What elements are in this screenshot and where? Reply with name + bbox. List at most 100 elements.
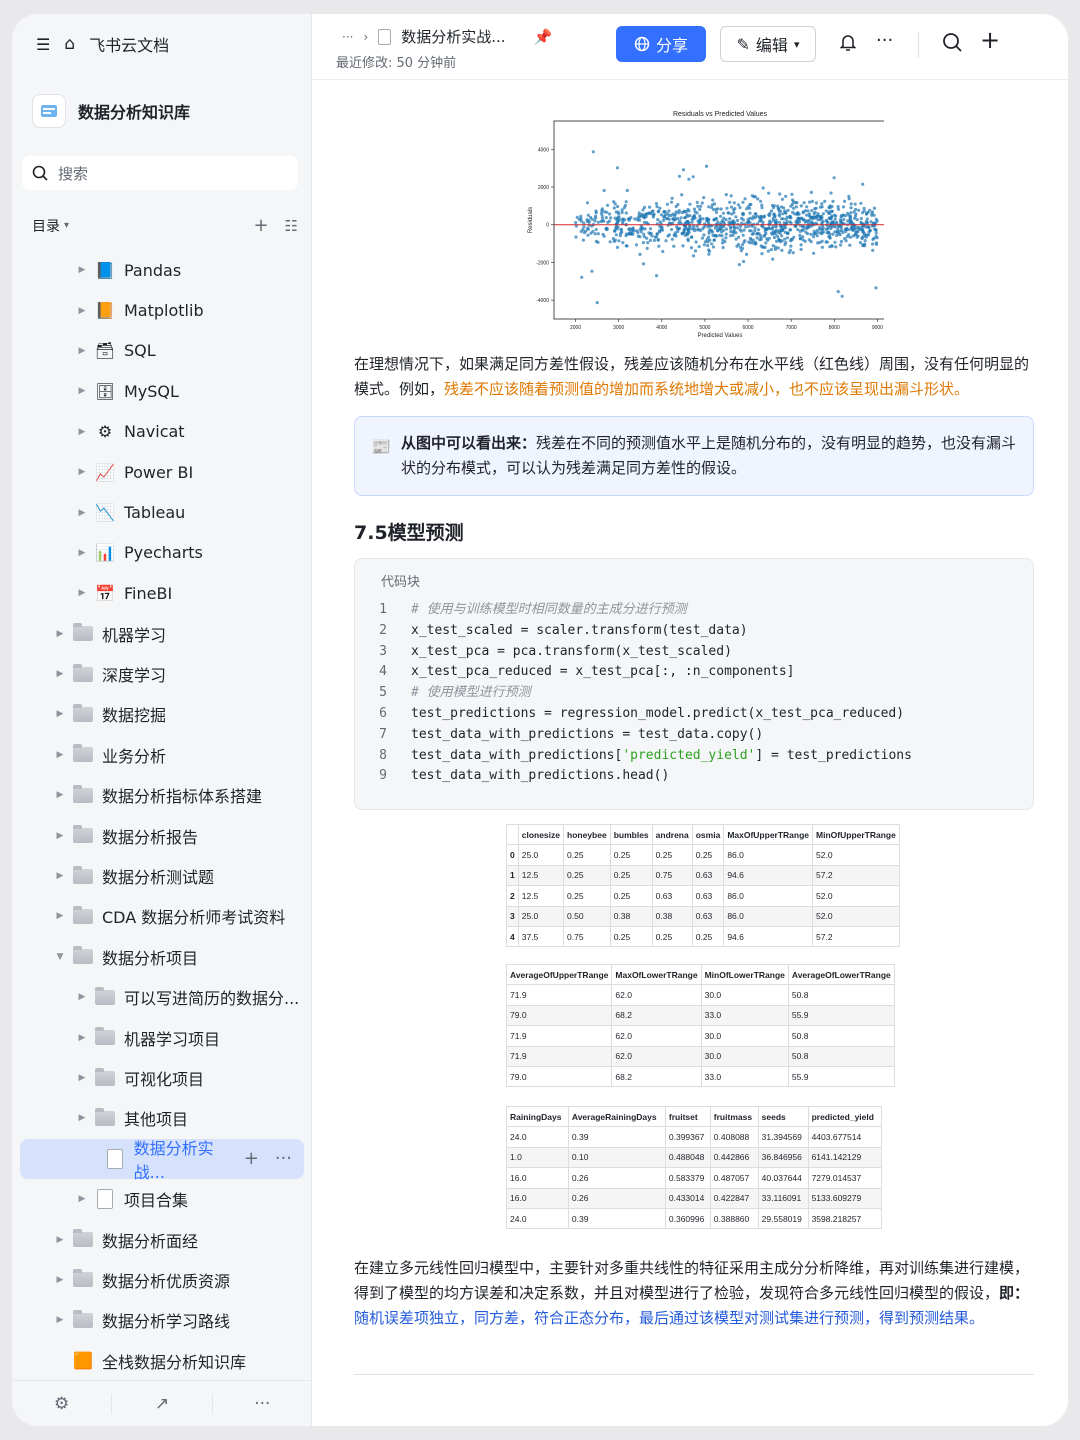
home-icon[interactable]: ⌂ <box>64 34 75 54</box>
caret-right-icon[interactable]: ▶ <box>54 1235 66 1245</box>
search-input[interactable]: 搜索 <box>22 156 298 190</box>
sidebar-item[interactable]: ▶ 可以写进简历的数据分... <box>12 977 312 1017</box>
bell-icon[interactable] <box>838 32 858 57</box>
sidebar-item[interactable]: ▶ 其他项目 <box>12 1098 312 1138</box>
caret-right-icon[interactable]: ▶ <box>54 871 66 881</box>
caret-right-icon[interactable]: ▶ <box>76 992 88 1002</box>
table-row: 79.0 68.2 33.0 55.9 <box>505 1004 895 1027</box>
caret-right-icon[interactable]: ▶ <box>54 790 66 800</box>
data-point <box>854 207 858 212</box>
sidebar-item[interactable]: ▶ 📉 Tableau <box>12 492 312 532</box>
more-icon[interactable]: ··· <box>275 1148 292 1169</box>
pin-icon[interactable]: 📌 <box>534 28 553 46</box>
edit-button[interactable]: ✎ 编辑 ▾ <box>720 26 816 62</box>
data-point <box>689 246 693 250</box>
toc-label[interactable]: 目录 <box>32 216 60 236</box>
caret-right-icon[interactable]: ▶ <box>76 306 88 316</box>
chevron-down-icon[interactable]: ▾ <box>64 220 69 231</box>
data-point <box>708 228 712 232</box>
sidebar-item[interactable]: ▶ 数据分析优质资源 <box>12 1260 312 1300</box>
caret-right-icon[interactable]: ▶ <box>54 669 66 679</box>
data-point <box>636 230 640 235</box>
caret-right-icon[interactable]: ▶ <box>54 1275 66 1285</box>
data-point <box>696 204 700 208</box>
code-block[interactable]: 代码块 1 # 使用与训练模型时相同数量的主成分进行预测 2 x_test_scale… <box>354 558 1034 810</box>
sidebar-item[interactable]: ▶ 数据挖掘 <box>12 694 312 734</box>
caret-right-icon[interactable]: ▶ <box>76 1194 88 1204</box>
caret-right-icon[interactable]: ▶ <box>76 1033 88 1043</box>
sidebar-item[interactable]: ▶ 🗄 MySQL <box>12 371 312 411</box>
caret-right-icon[interactable]: ▶ <box>76 346 88 356</box>
sidebar-item[interactable]: ▶ 业务分析 <box>12 735 312 775</box>
breadcrumb-more[interactable]: ··· <box>342 30 353 44</box>
sidebar-item[interactable]: ▶ 机器学习项目 <box>12 1017 312 1057</box>
sidebar-item[interactable]: ▶ 📈 Power BI <box>12 452 312 492</box>
sidebar-item[interactable]: ▶ 数据分析测试题 <box>12 856 312 896</box>
data-point <box>820 215 824 219</box>
sidebar-item[interactable]: ▶ ⚙ Navicat <box>12 412 312 452</box>
sidebar-item[interactable]: ▶ 数据分析面经 <box>12 1219 312 1259</box>
caret-right-icon[interactable]: ▶ <box>54 629 66 639</box>
data-point <box>863 239 867 243</box>
caret-right-icon[interactable]: ▶ <box>76 386 88 396</box>
caret-right-icon[interactable]: ▶ <box>76 427 88 437</box>
collapse-sidebar-icon[interactable]: ☰ <box>36 35 50 54</box>
data-point <box>589 215 593 220</box>
add-icon[interactable]: + <box>253 215 268 236</box>
data-point <box>721 228 725 233</box>
item-icon: 📅 <box>95 583 115 603</box>
data-point <box>772 235 777 240</box>
data-point <box>799 243 803 247</box>
add-icon[interactable]: + <box>244 1148 259 1169</box>
caret-right-icon[interactable]: ▶ <box>76 508 88 518</box>
share-button[interactable]: 分享 <box>616 26 706 62</box>
knowledge-base-header[interactable]: 数据分析知识库 <box>32 94 190 128</box>
sidebar-item[interactable]: ▶ 数据分析指标体系搭建 <box>12 775 312 815</box>
sidebar-item[interactable]: ▶ 🗃 SQL <box>12 331 312 371</box>
data-point <box>787 251 791 255</box>
table-cell: 0.39 <box>567 1207 666 1230</box>
doc-title[interactable]: 数据分析实战... <box>401 26 505 47</box>
app-title[interactable]: 飞书云文档 <box>89 32 169 56</box>
sidebar-item[interactable]: ▶ 机器学习 <box>12 614 312 654</box>
caret-down-icon[interactable]: ▼ <box>54 952 66 962</box>
caret-right-icon[interactable]: ▶ <box>54 1315 66 1325</box>
settings-icon[interactable]: ⚙ <box>12 1393 113 1414</box>
sidebar-item[interactable]: 🟧 全栈数据分析知识库 <box>12 1341 312 1381</box>
sidebar-item[interactable]: ▶ 数据分析学习路线 <box>12 1300 312 1340</box>
sidebar-item[interactable]: ▶ CDA 数据分析师考试资料 <box>12 896 312 936</box>
data-point <box>710 205 714 210</box>
caret-right-icon[interactable]: ▶ <box>76 467 88 477</box>
data-point <box>824 240 828 244</box>
sidebar-item-label: Pandas <box>124 260 182 280</box>
caret-right-icon[interactable]: ▶ <box>54 911 66 921</box>
caret-right-icon[interactable]: ▶ <box>76 265 88 275</box>
caret-right-icon[interactable]: ▶ <box>54 750 66 760</box>
sidebar-item[interactable]: ▶ 项目合集 <box>12 1179 312 1219</box>
caret-right-icon[interactable]: ▶ <box>76 1113 88 1123</box>
sidebar-item[interactable]: ▶ 📅 FineBI <box>12 573 312 613</box>
caret-right-icon[interactable]: ▶ <box>76 548 88 558</box>
table-cell: 0.487057 <box>709 1167 759 1189</box>
sidebar-item[interactable]: ▶ 数据分析报告 <box>12 815 312 855</box>
sidebar-item[interactable]: ▶ 📊 Pyecharts <box>12 533 312 573</box>
share-arrow-icon[interactable]: ↗ <box>112 1393 213 1414</box>
sidebar-item[interactable]: ▶ 📙 Matplotlib <box>12 290 312 330</box>
more-icon[interactable]: ··· <box>213 1394 312 1414</box>
caret-right-icon[interactable]: ▶ <box>76 588 88 598</box>
list-outline-icon[interactable]: ☷ <box>285 217 298 235</box>
caret-right-icon[interactable]: ▶ <box>54 709 66 719</box>
sidebar-item[interactable]: ▶ 深度学习 <box>12 654 312 694</box>
data-point <box>702 243 706 247</box>
data-point <box>594 209 598 213</box>
caret-right-icon[interactable]: ▶ <box>76 1073 88 1083</box>
data-point <box>791 210 795 214</box>
sidebar-item[interactable]: 数据分析实战... + ··· <box>20 1138 304 1182</box>
search-icon[interactable] <box>942 32 962 57</box>
more-icon[interactable]: ··· <box>876 30 893 51</box>
add-icon[interactable]: + <box>980 26 1000 54</box>
sidebar-item[interactable]: ▶ 可视化项目 <box>12 1058 312 1098</box>
sidebar-item[interactable]: ▶ 📘 Pandas <box>12 250 312 290</box>
sidebar-item[interactable]: ▼ 数据分析项目 <box>12 937 312 977</box>
caret-right-icon[interactable]: ▶ <box>54 831 66 841</box>
